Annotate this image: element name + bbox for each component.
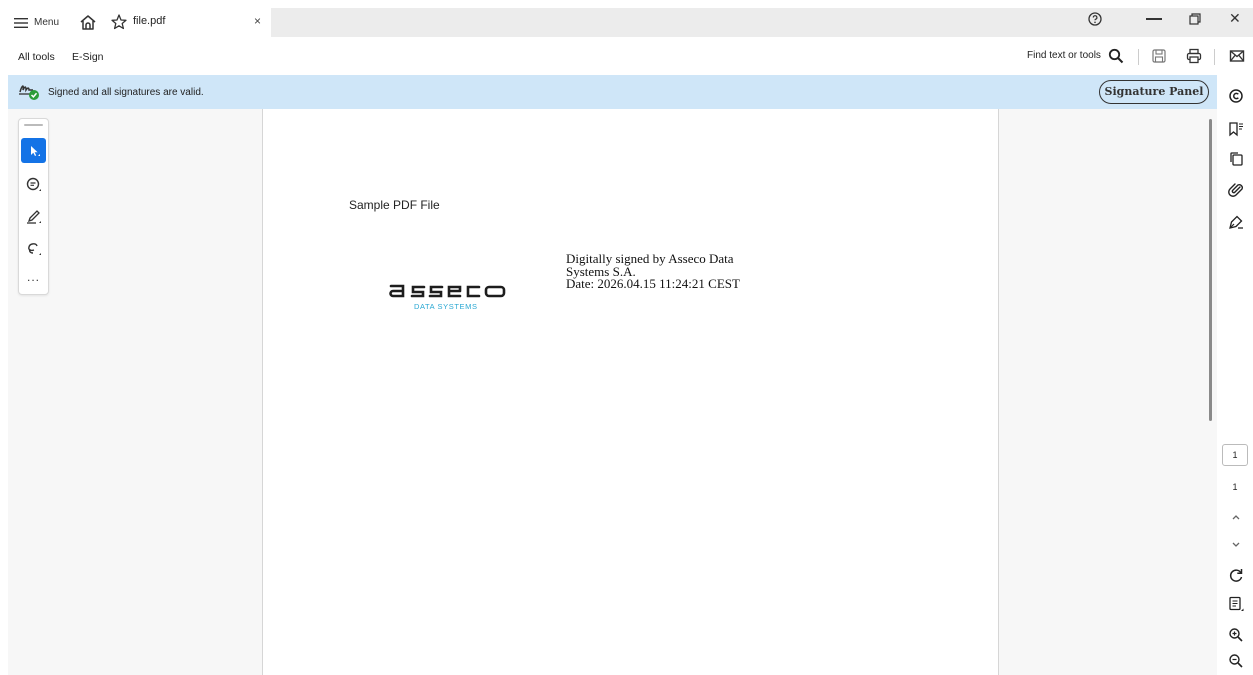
star-icon[interactable] [110, 13, 128, 31]
menu-label: Menu [34, 17, 60, 28]
tab-title: file.pdf [133, 15, 166, 27]
pages-icon[interactable] [1228, 151, 1244, 167]
save-icon[interactable] [1151, 48, 1167, 64]
restore-button[interactable] [1189, 13, 1201, 25]
tab-close-button[interactable]: × [254, 14, 261, 28]
minimize-button[interactable] [1146, 18, 1162, 20]
hamburger-icon [14, 17, 28, 28]
chevron-up-icon[interactable] [1228, 509, 1244, 525]
help-icon[interactable] [1087, 11, 1103, 27]
bookmark-icon[interactable] [1228, 121, 1244, 137]
search-icon[interactable] [1108, 48, 1124, 64]
signature-line: Date: 2026.04.15 11:24:21 CEST [566, 276, 740, 291]
pdf-page[interactable]: Sample PDF File DATA SYSTEMS Digitally s… [262, 109, 999, 675]
comment-icon [25, 176, 43, 194]
esign-tab[interactable]: E-Sign [72, 51, 104, 63]
page-total: 1 [1232, 482, 1238, 492]
fit-page-icon[interactable] [1228, 596, 1244, 612]
main-toolbar: All tools E-Sign Find text or tools [0, 37, 1253, 75]
vertical-scrollbar[interactable] [1209, 119, 1212, 421]
document-workspace[interactable]: ... Sample PDF File DATA SYSTEMS Digital… [8, 109, 1217, 675]
home-icon[interactable] [78, 13, 98, 33]
menu-button[interactable]: Menu [14, 8, 59, 37]
document-tab[interactable]: Menu file.pdf × [0, 8, 272, 37]
title-bar: Menu file.pdf × ✕ [0, 0, 1253, 37]
comment-tool-button[interactable] [21, 172, 46, 197]
page-number-input[interactable]: 1 [1222, 444, 1248, 466]
right-rail: 1 1 [1217, 75, 1253, 675]
copyright-icon[interactable] [1228, 88, 1244, 104]
pen-icon [25, 208, 43, 226]
chevron-down-icon[interactable] [1228, 536, 1244, 552]
signature-pen-icon[interactable] [1228, 214, 1244, 230]
signature-panel-button[interactable]: Signature Panel [1099, 80, 1209, 104]
signature-valid-icon [18, 81, 40, 101]
title-bar-drag-area[interactable] [271, 8, 1253, 37]
print-icon[interactable] [1186, 48, 1202, 64]
cursor-icon [27, 144, 41, 158]
logo-subtitle: DATA SYSTEMS [414, 302, 478, 311]
toolbar-divider [1138, 49, 1139, 65]
mail-icon[interactable] [1229, 48, 1245, 64]
window-close-button[interactable]: ✕ [1229, 10, 1241, 27]
lasso-tool-button[interactable] [21, 236, 46, 261]
zoom-in-icon[interactable] [1228, 627, 1244, 643]
signature-status-bar: Signed and all signatures are valid. Sig… [8, 75, 1217, 109]
lasso-icon [25, 240, 43, 258]
all-tools-tab[interactable]: All tools [18, 51, 55, 63]
find-text-or-tools-button[interactable]: Find text or tools [1027, 50, 1101, 61]
select-tool-button[interactable] [21, 138, 46, 163]
draw-tool-button[interactable] [21, 204, 46, 229]
drag-handle[interactable] [24, 124, 43, 126]
rotate-icon[interactable] [1228, 567, 1244, 583]
quick-tools-panel: ... [18, 118, 49, 295]
attachment-icon[interactable] [1228, 182, 1244, 198]
signature-status-text: Signed and all signatures are valid. [48, 87, 204, 98]
zoom-out-icon[interactable] [1228, 653, 1244, 669]
digital-signature-stamp[interactable]: Digitally signed by Asseco Data Systems … [566, 252, 740, 291]
more-tools-button[interactable]: ... [19, 270, 48, 284]
pdf-heading: Sample PDF File [349, 198, 440, 212]
toolbar-divider [1214, 49, 1215, 65]
asseco-logo [389, 278, 511, 300]
